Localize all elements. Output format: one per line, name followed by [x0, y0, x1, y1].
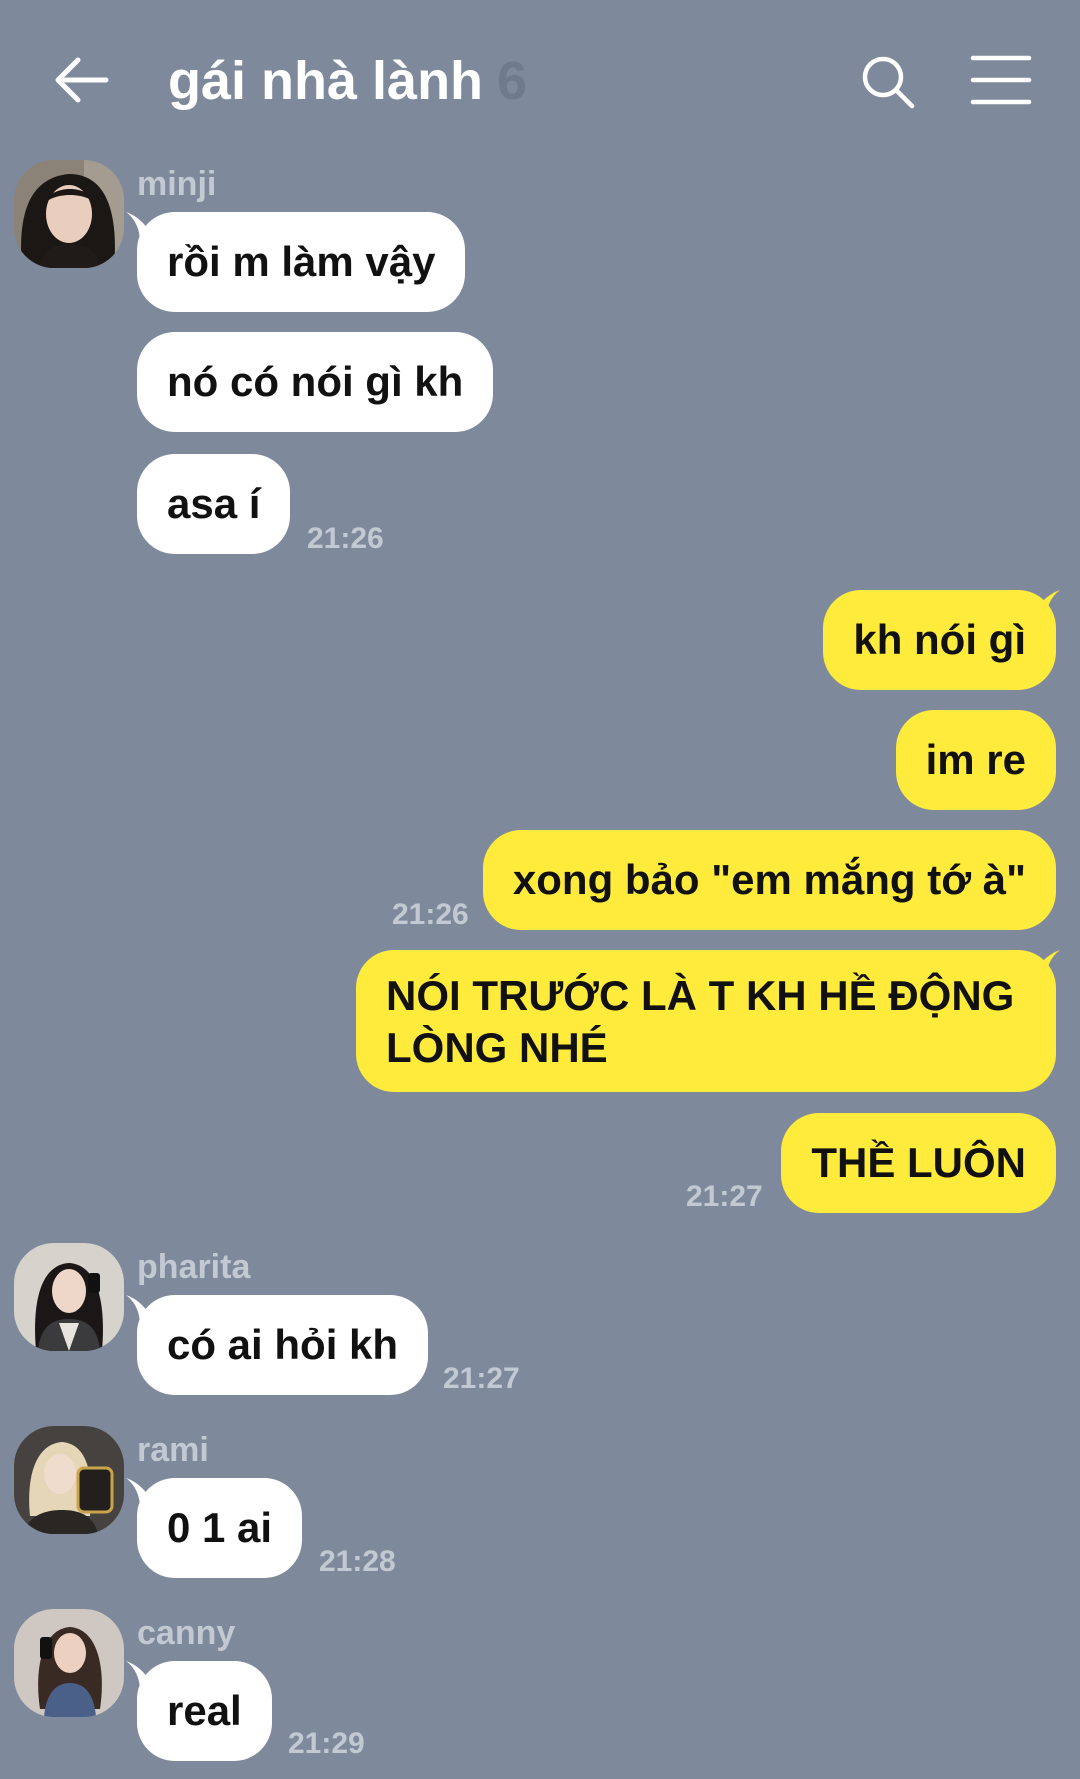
- message-timestamp: 21:26: [307, 522, 384, 555]
- message-timestamp: 21:26: [392, 898, 469, 931]
- message-bubble[interactable]: im re: [895, 710, 1056, 810]
- chat-title: gái nhà lành 6: [168, 46, 527, 116]
- avatar-pharita[interactable]: [14, 1243, 124, 1351]
- hamburger-menu-icon: [970, 55, 1032, 105]
- search-button[interactable]: [858, 52, 918, 112]
- menu-button[interactable]: [970, 52, 1032, 108]
- search-icon: [862, 56, 915, 109]
- chat-header: gái nhà lành 6: [0, 0, 1080, 160]
- message-bubble[interactable]: nó có nói gì kh: [137, 332, 494, 432]
- message-bubble[interactable]: NÓI TRƯỚC LÀ T KH HỀ ĐỘNG LÒNG NHÉ: [356, 950, 1056, 1092]
- message-bubble[interactable]: 0 1 ai: [137, 1478, 303, 1578]
- message-bubble[interactable]: asa í: [137, 454, 291, 554]
- avatar-canny[interactable]: [14, 1609, 124, 1717]
- group-name: gái nhà lành: [168, 51, 484, 111]
- message-timestamp: 21:27: [686, 1180, 763, 1213]
- arrow-left-icon: [55, 57, 109, 103]
- sender-name-minji: minji: [137, 165, 217, 203]
- sender-name-rami: rami: [137, 1431, 209, 1469]
- message-bubble[interactable]: có ai hỏi kh: [137, 1295, 429, 1395]
- sender-name-canny: canny: [137, 1614, 236, 1652]
- back-button[interactable]: [52, 50, 112, 110]
- member-count: 6: [497, 51, 528, 111]
- message-bubble[interactable]: real: [137, 1661, 272, 1761]
- message-bubble[interactable]: rồi m làm vậy: [137, 212, 466, 312]
- message-bubble[interactable]: kh nói gì: [823, 590, 1056, 690]
- message-timestamp: 21:29: [288, 1727, 365, 1760]
- avatar-rami[interactable]: [14, 1426, 124, 1534]
- message-bubble[interactable]: THỀ LUÔN: [781, 1113, 1056, 1213]
- message-bubble[interactable]: xong bảo "em mắng tớ à": [482, 830, 1056, 930]
- message-timestamp: 21:27: [443, 1362, 520, 1395]
- message-timestamp: 21:28: [319, 1545, 396, 1578]
- sender-name-pharita: pharita: [137, 1248, 251, 1286]
- avatar-minji[interactable]: [14, 160, 124, 268]
